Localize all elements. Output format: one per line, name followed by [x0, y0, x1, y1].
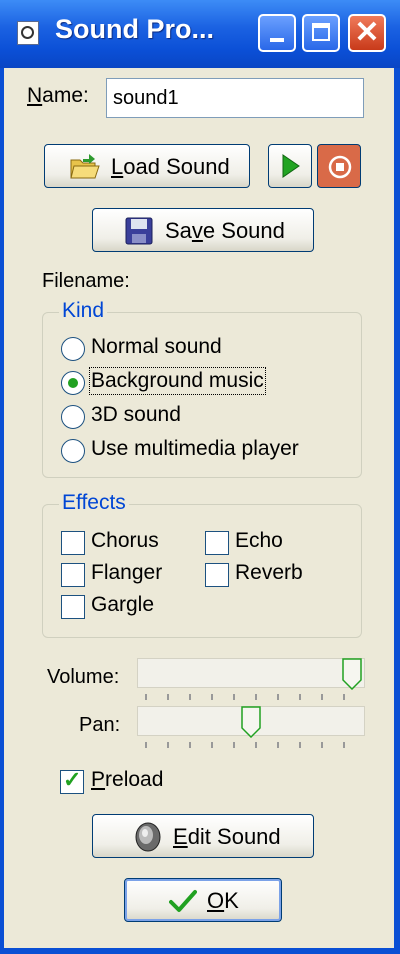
- close-button[interactable]: ✕: [348, 14, 386, 52]
- kind-legend: Kind: [59, 299, 108, 323]
- stop-button[interactable]: [317, 144, 361, 188]
- floppy-disk-icon: [125, 217, 153, 245]
- minimize-button[interactable]: [258, 14, 296, 52]
- checkbox-preload[interactable]: ✓: [60, 767, 84, 794]
- radio-multimedia-player[interactable]: [61, 439, 85, 463]
- load-sound-label: Load Sound: [111, 154, 230, 179]
- kind-option-label: Use multimedia player: [91, 437, 299, 460]
- save-sound-button[interactable]: Save Sound: [92, 208, 314, 252]
- name-label: Name:: [27, 84, 89, 107]
- close-icon: ✕: [354, 16, 380, 49]
- volume-slider-thumb[interactable]: [342, 658, 362, 690]
- kind-group: Kind Normal sound Background music 3D so…: [42, 299, 362, 478]
- effect-label: Reverb: [235, 561, 303, 584]
- maximize-icon: [312, 23, 330, 41]
- dialog-body: Name: Load Sound: [4, 68, 394, 948]
- minimize-icon: [270, 38, 284, 42]
- pan-ticks: [145, 742, 363, 748]
- kind-option-label: Normal sound: [91, 335, 222, 358]
- filename-label: Filename:: [42, 270, 130, 292]
- save-sound-label: Save Sound: [165, 218, 285, 243]
- pan-label: Pan:: [79, 714, 121, 736]
- speaker-icon: [135, 822, 161, 852]
- kind-option-label: 3D sound: [91, 403, 181, 426]
- stop-icon: [328, 155, 352, 179]
- ok-button[interactable]: OK: [124, 878, 282, 922]
- effect-label: Gargle: [91, 593, 155, 616]
- effects-group: Effects Chorus Echo Flanger Reverb Gargl…: [42, 491, 362, 638]
- checkbox-echo[interactable]: [205, 531, 229, 555]
- effect-label: Flanger: [91, 561, 163, 584]
- sound-properties-window: Sound Pro... ✕ Name: Load Sound: [0, 0, 400, 954]
- ok-label: OK: [207, 888, 239, 913]
- play-icon: [282, 154, 300, 178]
- preload-label: Preload: [91, 768, 164, 791]
- checkmark-icon: [169, 890, 197, 912]
- kind-option-label: Background music: [89, 367, 266, 395]
- radio-normal-sound[interactable]: [61, 337, 85, 361]
- volume-ticks: [145, 694, 363, 700]
- checkbox-flanger[interactable]: [61, 563, 85, 587]
- checkbox-chorus[interactable]: [61, 531, 85, 555]
- radio-selected-dot: [68, 378, 78, 388]
- maximize-button[interactable]: [302, 14, 340, 52]
- open-folder-icon: [70, 154, 100, 179]
- load-sound-button[interactable]: Load Sound: [44, 144, 250, 188]
- play-button[interactable]: [268, 144, 312, 188]
- name-input[interactable]: [106, 78, 364, 118]
- effects-legend: Effects: [59, 491, 129, 515]
- title-bar[interactable]: Sound Pro... ✕: [0, 0, 400, 68]
- sound-file-icon[interactable]: [17, 21, 39, 45]
- volume-slider[interactable]: [137, 658, 365, 688]
- window-title: Sound Pro...: [55, 14, 214, 44]
- edit-sound-label: Edit Sound: [173, 824, 281, 849]
- radio-background-music[interactable]: [61, 371, 85, 395]
- radio-3d-sound[interactable]: [61, 405, 85, 429]
- checkmark-icon: ✓: [63, 767, 82, 792]
- checkbox-gargle[interactable]: [61, 595, 85, 619]
- effect-label: Chorus: [91, 529, 159, 552]
- volume-label: Volume:: [47, 666, 120, 688]
- effect-label: Echo: [235, 529, 283, 552]
- checkbox-reverb[interactable]: [205, 563, 229, 587]
- pan-slider-thumb[interactable]: [241, 706, 261, 738]
- edit-sound-button[interactable]: Edit Sound: [92, 814, 314, 858]
